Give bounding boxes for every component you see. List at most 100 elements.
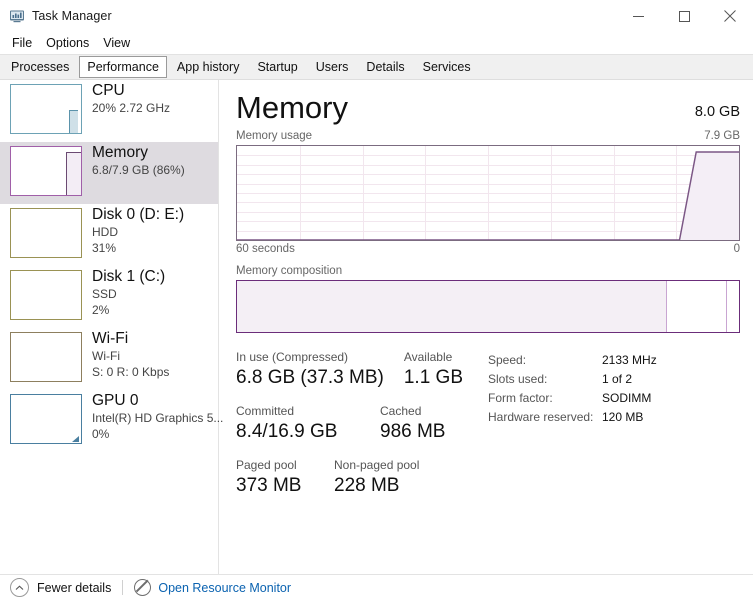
sidebar-item-gpu-0[interactable]: GPU 0 Intel(R) HD Graphics 5... 0% bbox=[0, 390, 224, 452]
spec-row-slots-used: Slots used: 1 of 2 bbox=[488, 370, 657, 389]
sidebar-item-disk-0-sub1: HDD bbox=[92, 225, 118, 239]
sidebar-item-disk-1-title: Disk 1 (C:) bbox=[92, 268, 166, 285]
stat-cached: Cached 986 MB bbox=[380, 403, 445, 445]
disk-0-thumbnail-graph bbox=[10, 208, 82, 258]
sidebar-item-memory-sub: 6.8/7.9 GB (86%) bbox=[92, 163, 185, 177]
tab-startup[interactable]: Startup bbox=[249, 56, 305, 78]
memory-hardware-specs: Speed: 2133 MHz Slots used: 1 of 2 Form … bbox=[488, 349, 657, 511]
tab-app-history[interactable]: App history bbox=[169, 56, 248, 78]
stat-available-value: 1.1 GB bbox=[403, 367, 463, 388]
minimize-button[interactable] bbox=[615, 0, 661, 32]
tab-processes[interactable]: Processes bbox=[3, 56, 77, 78]
spec-row-speed: Speed: 2133 MHz bbox=[488, 351, 657, 370]
stat-non-paged-pool-value: 228 MB bbox=[334, 475, 400, 496]
sidebar-item-disk-0[interactable]: Disk 0 (D: E:) HDD 31% bbox=[0, 204, 218, 266]
memory-panel-header: Memory 8.0 GB bbox=[236, 80, 740, 127]
title-bar: Task Manager bbox=[0, 0, 753, 32]
task-manager-icon bbox=[9, 8, 25, 24]
chevron-up-icon[interactable] bbox=[10, 578, 29, 597]
tab-details[interactable]: Details bbox=[358, 56, 412, 78]
spec-row-form-factor: Form factor: SODIMM bbox=[488, 389, 657, 408]
sidebar-item-disk-1-sub1: SSD bbox=[92, 287, 117, 301]
memory-usage-axis: 60 seconds 0 bbox=[236, 243, 740, 255]
menu-bar: File Options View bbox=[0, 32, 753, 54]
stat-in-use: In use (Compressed) 6.8 GB (37.3 MB) bbox=[236, 349, 384, 391]
stat-non-paged-pool-label: Non-paged pool bbox=[334, 458, 420, 472]
resource-monitor-icon bbox=[134, 579, 152, 596]
menu-item-file[interactable]: File bbox=[7, 35, 39, 52]
stat-paged-pool: Paged pool 373 MB bbox=[236, 457, 334, 499]
stat-row-pools: Paged pool 373 MB Non-paged pool 228 MB bbox=[236, 457, 488, 499]
stat-in-use-value: 6.8 GB (37.3 MB) bbox=[236, 367, 384, 388]
memory-usage-plot bbox=[237, 151, 739, 240]
memory-total-value: 8.0 GB bbox=[694, 104, 740, 120]
spec-hardware-reserved-label: Hardware reserved: bbox=[488, 410, 594, 424]
status-bar-divider bbox=[122, 580, 124, 595]
menu-item-options[interactable]: Options bbox=[41, 35, 96, 52]
stat-row-inuse-available: In use (Compressed) 6.8 GB (37.3 MB) Ava… bbox=[236, 349, 488, 391]
sidebar-item-memory[interactable]: Memory 6.8/7.9 GB (86%) bbox=[0, 142, 218, 204]
memory-thumbnail-fill bbox=[66, 152, 81, 195]
stat-cached-value: 986 MB bbox=[380, 421, 446, 442]
memory-panel: Memory 8.0 GB Memory usage 7.9 GB 60 sec… bbox=[219, 80, 753, 575]
memory-usage-caption: Memory usage bbox=[236, 130, 313, 142]
disk-1-thumbnail-graph bbox=[10, 270, 82, 320]
memory-usage-axis-left: 60 seconds bbox=[236, 243, 295, 255]
memory-statistics-left: In use (Compressed) 6.8 GB (37.3 MB) Ava… bbox=[236, 349, 488, 511]
fewer-details-button[interactable]: Fewer details bbox=[37, 581, 111, 595]
memory-usage-graph bbox=[236, 145, 740, 241]
wifi-thumbnail-graph bbox=[10, 332, 82, 382]
memory-composition-marker bbox=[726, 281, 728, 332]
tab-performance[interactable]: Performance bbox=[79, 56, 167, 78]
window-title: Task Manager bbox=[32, 9, 112, 23]
sidebar-item-disk-0-title: Disk 0 (D: E:) bbox=[92, 206, 185, 223]
sidebar-item-wifi-sub2: S: 0 R: 0 Kbps bbox=[92, 365, 170, 379]
memory-usage-max: 7.9 GB bbox=[704, 130, 740, 142]
performance-sidebar: CPU 20% 2.72 GHz Memory 6.8/7.9 GB (86%)… bbox=[0, 80, 224, 575]
spec-form-factor-label: Form factor: bbox=[488, 391, 553, 405]
memory-composition-bar[interactable] bbox=[236, 280, 740, 333]
stat-paged-pool-label: Paged pool bbox=[236, 458, 297, 472]
window-controls bbox=[615, 0, 753, 32]
sidebar-item-cpu-sub: 20% 2.72 GHz bbox=[92, 101, 171, 115]
stat-committed-label: Committed bbox=[236, 404, 295, 418]
sidebar-item-memory-title: Memory bbox=[92, 144, 148, 161]
spec-speed-label: Speed: bbox=[488, 353, 527, 367]
cpu-thumbnail-graph bbox=[10, 84, 82, 134]
sidebar-item-gpu-0-title: GPU 0 bbox=[92, 392, 139, 409]
sidebar-item-wifi-title: Wi-Fi bbox=[92, 330, 129, 347]
gpu-0-thumbnail-spike bbox=[72, 436, 79, 442]
open-resource-monitor-link[interactable]: Open Resource Monitor bbox=[158, 581, 291, 595]
sidebar-item-wifi[interactable]: Wi-Fi Wi-Fi S: 0 R: 0 Kbps bbox=[0, 328, 218, 390]
content-area: CPU 20% 2.72 GHz Memory 6.8/7.9 GB (86%)… bbox=[0, 80, 753, 575]
stat-in-use-label: In use (Compressed) bbox=[236, 350, 349, 364]
spec-row-hardware-reserved: Hardware reserved: 120 MB bbox=[488, 408, 657, 427]
stat-non-paged-pool: Non-paged pool 228 MB bbox=[334, 457, 419, 499]
sidebar-item-disk-0-sub2: 31% bbox=[92, 241, 117, 255]
tab-services[interactable]: Services bbox=[415, 56, 479, 78]
cpu-thumbnail-spike bbox=[69, 110, 78, 133]
tab-bar: Processes Performance App history Startu… bbox=[0, 54, 753, 80]
memory-composition-caption: Memory composition bbox=[236, 265, 343, 277]
stat-cached-label: Cached bbox=[380, 404, 422, 418]
spec-slots-used-label: Slots used: bbox=[488, 372, 548, 386]
memory-usage-axis-right: 0 bbox=[733, 243, 740, 255]
stat-committed: Committed 8.4/16.9 GB bbox=[236, 403, 380, 445]
maximize-button[interactable] bbox=[661, 0, 707, 32]
spec-hardware-reserved-value: 120 MB bbox=[602, 410, 644, 424]
memory-thumbnail-graph bbox=[10, 146, 82, 196]
gpu-0-thumbnail-graph bbox=[10, 394, 82, 444]
stat-paged-pool-value: 373 MB bbox=[236, 475, 302, 496]
memory-statistics: In use (Compressed) 6.8 GB (37.3 MB) Ava… bbox=[236, 349, 740, 511]
sidebar-item-cpu[interactable]: CPU 20% 2.72 GHz bbox=[0, 80, 218, 142]
close-button[interactable] bbox=[707, 0, 753, 32]
sidebar-item-disk-1-sub2: 2% bbox=[92, 303, 110, 317]
memory-usage-caption-row: Memory usage 7.9 GB bbox=[236, 130, 740, 142]
stat-available-label: Available bbox=[403, 350, 453, 364]
menu-item-view[interactable]: View bbox=[98, 35, 137, 52]
sidebar-item-disk-1[interactable]: Disk 1 (C:) SSD 2% bbox=[0, 266, 218, 328]
tab-users[interactable]: Users bbox=[308, 56, 357, 78]
spec-speed-value: 2133 MHz bbox=[602, 353, 657, 367]
sidebar-item-gpu-0-sub1: Intel(R) HD Graphics 5... bbox=[92, 411, 224, 425]
stat-row-committed-cached: Committed 8.4/16.9 GB Cached 986 MB bbox=[236, 403, 488, 445]
